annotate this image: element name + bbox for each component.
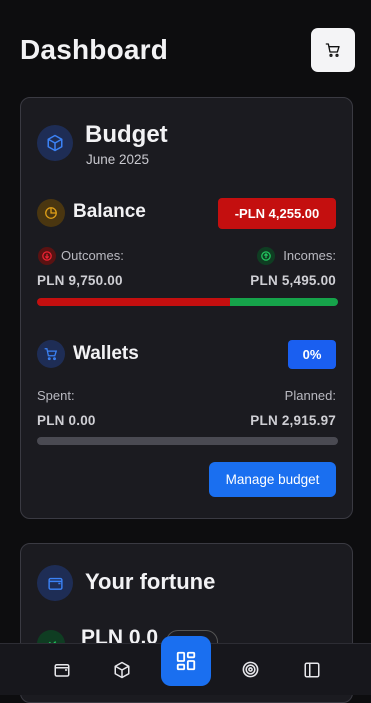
wallets-title: Wallets	[73, 343, 139, 364]
wallets-progress-bar	[37, 437, 338, 445]
dashboard-icon	[176, 651, 196, 671]
outcomes-fill	[37, 298, 230, 306]
spent-value: PLN 0.00	[37, 413, 96, 428]
nav-budget[interactable]	[102, 644, 142, 695]
header: Dashboard	[20, 28, 355, 74]
pie-chart-icon	[37, 199, 65, 227]
cart-icon	[325, 43, 340, 57]
balance-bar	[37, 298, 338, 306]
wallet-icon	[54, 663, 70, 677]
nav-wallet[interactable]	[42, 644, 82, 695]
manage-budget-button[interactable]: Manage budget	[209, 462, 336, 497]
planned-value: PLN 2,915.97	[250, 413, 336, 428]
wallets-percent-badge: 0%	[288, 340, 336, 369]
budget-title: Budget	[85, 121, 168, 148]
planned-label: Planned:	[284, 388, 336, 403]
wallet-icon	[37, 565, 73, 601]
spent-label: Spent:	[37, 388, 75, 403]
incomes-fill	[229, 298, 338, 306]
incomes-value: PLN 5,495.00	[250, 273, 336, 288]
cart-button[interactable]	[311, 28, 355, 72]
budget-card: Budget June 2025 Balance -PLN 4,255.00 O…	[20, 97, 353, 519]
target-icon	[242, 661, 258, 678]
balance-title: Balance	[73, 201, 146, 222]
nav-sidebar[interactable]	[292, 644, 332, 695]
balance-badge: -PLN 4,255.00	[218, 198, 336, 229]
page-title: Dashboard	[20, 34, 169, 65]
nav-dashboard[interactable]	[161, 636, 211, 686]
sidebar-icon	[304, 662, 320, 677]
budget-period: June 2025	[86, 152, 150, 167]
nav-goals[interactable]	[230, 644, 270, 695]
incomes-label: Incomes:	[283, 248, 336, 263]
outcomes-label: Outcomes:	[61, 248, 124, 263]
box-icon	[37, 125, 73, 161]
cart-icon	[37, 340, 65, 368]
fortune-title: Your fortune	[85, 569, 216, 594]
box-icon	[114, 661, 130, 678]
arrow-up-icon	[257, 247, 275, 265]
outcomes-value: PLN 9,750.00	[37, 273, 123, 288]
arrow-down-icon	[38, 247, 56, 265]
